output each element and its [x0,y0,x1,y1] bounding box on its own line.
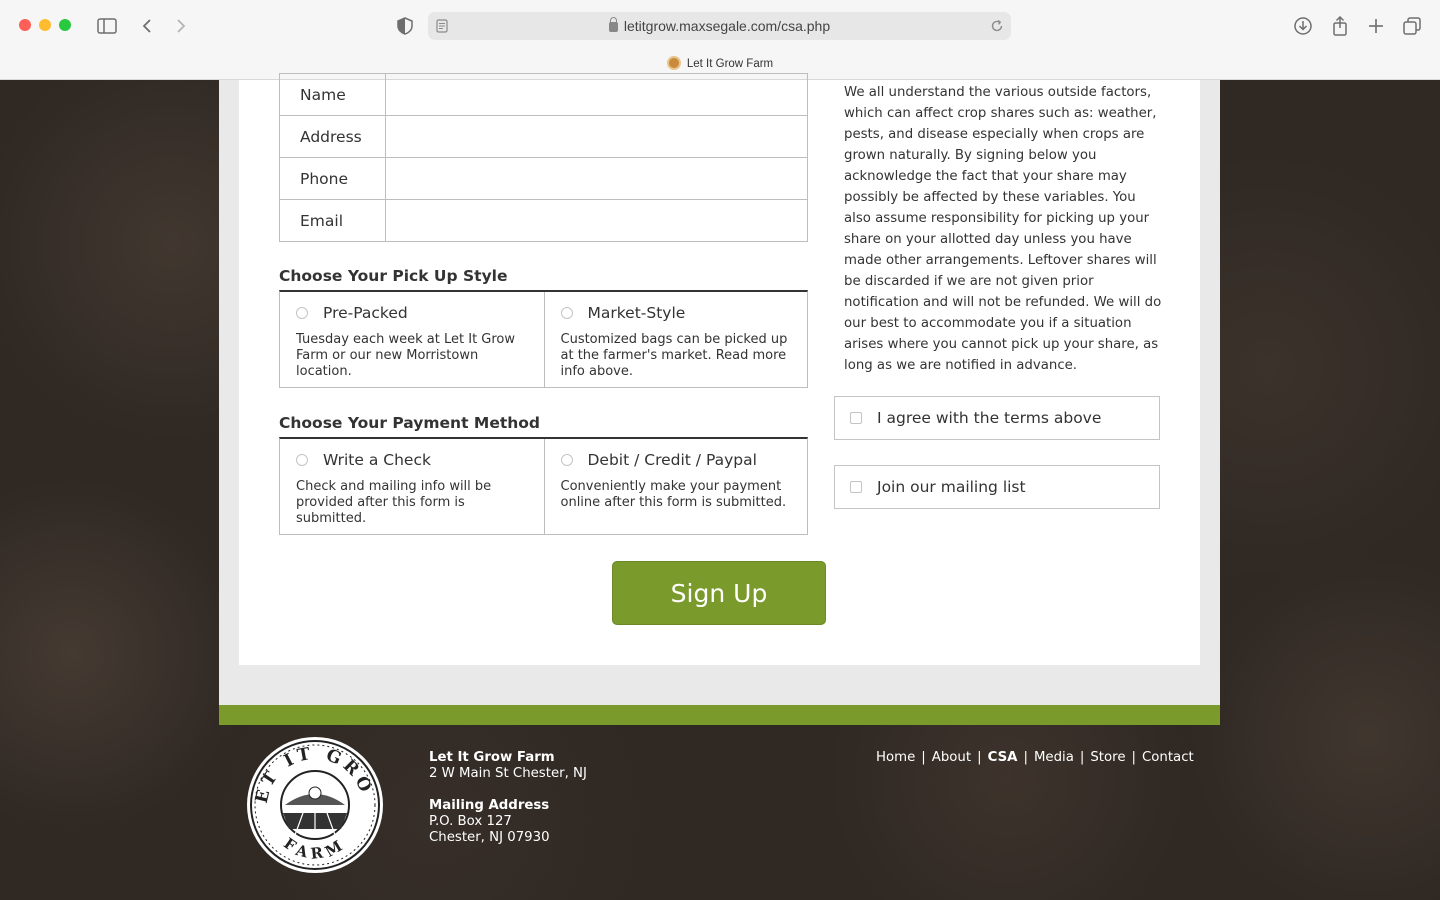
sidebar-toggle-icon[interactable] [96,14,118,38]
url-display: letitgrow.maxsegale.com/csa.php [428,17,1011,34]
card-description: Conveniently make your payment online af… [560,479,787,510]
pre-packed-label: Pre-Packed [323,304,408,322]
payment-method-title: Choose Your Payment Method [279,414,541,432]
agree-terms-checkbox[interactable] [850,412,862,424]
market-style-label: Market-Style [587,304,686,322]
address-field[interactable] [385,115,808,158]
share-icon[interactable] [1329,14,1351,38]
agree-terms-label: I agree with the terms above [877,409,1102,427]
downloads-icon[interactable] [1292,14,1314,38]
form-row-phone: Phone [279,157,808,200]
contact-form-table: Name Address Phone Email [279,73,808,242]
phone-label: Phone [279,157,386,200]
pickup-option-pre-packed[interactable]: Pre-Packed Tuesday each week at Let It G… [280,292,544,387]
radio-card[interactable] [560,454,573,466]
radio-check[interactable] [296,454,308,466]
reload-icon[interactable] [989,17,1005,35]
farm-logo-icon: LET IT GROW FARM [245,735,383,873]
close-window-button[interactable] [19,19,31,31]
privacy-shield-icon[interactable] [395,14,415,38]
tab-overview-icon[interactable] [1401,14,1423,38]
lock-icon [608,17,618,32]
terms-text: We all understand the various outside fa… [844,85,1162,373]
tab-title: Let It Grow Farm [686,58,774,70]
phone-field[interactable] [385,157,808,200]
po-box: P.O. Box 127 [429,814,512,829]
tab-active[interactable]: Let It Grow Farm [0,56,1440,70]
back-icon[interactable] [138,14,156,38]
email-field[interactable] [385,199,808,242]
footer-link-media[interactable]: Media [1034,750,1074,765]
mailing-list-option[interactable]: Join our mailing list [834,465,1160,509]
agree-terms-option[interactable]: I agree with the terms above [834,396,1160,440]
new-tab-icon[interactable] [1365,14,1387,38]
footer-link-contact[interactable]: Contact [1142,750,1194,765]
address-bar[interactable]: letitgrow.maxsegale.com/csa.php [428,12,1011,40]
form-row-name: Name [279,73,808,116]
pre-packed-description: Tuesday each week at Let It Grow Farm or… [296,332,516,379]
market-style-description: Customized bags can be picked up at the … [560,332,788,379]
payment-option-card[interactable]: Debit / Credit / Paypal Conveniently mak… [543,439,808,534]
footer-link-csa[interactable]: CSA [988,750,1018,765]
address-label: Address [279,115,386,158]
pickup-style-title: Choose Your Pick Up Style [279,267,508,285]
window-controls [19,19,71,31]
city-zip: Chester, NJ 07930 [429,830,550,845]
card-label: Debit / Credit / Paypal [587,451,757,469]
footer-address: Let It Grow Farm 2 W Main St Chester, NJ… [429,750,587,846]
pickup-style-group: Pre-Packed Tuesday each week at Let It G… [279,290,808,388]
check-label: Write a Check [323,451,431,469]
name-label: Name [279,73,386,116]
browser-chrome: letitgrow.maxsegale.com/csa.php Let It G… [0,0,1440,80]
name-field[interactable] [385,73,808,116]
sign-up-button[interactable]: Sign Up [612,561,826,625]
minimize-window-button[interactable] [39,19,51,31]
footer-nav: Home | About | CSA | Media | Store | Contact [876,750,1194,765]
farm-name: Let It Grow Farm [429,750,555,765]
radio-pre-packed[interactable] [296,307,308,319]
forward-icon[interactable] [172,14,190,38]
radio-market-style[interactable] [560,307,573,319]
form-row-email: Email [279,199,808,242]
url-text: letitgrow.maxsegale.com/csa.php [623,18,831,34]
payment-option-check[interactable]: Write a Check Check and mailing info wil… [280,439,544,534]
payment-method-group: Write a Check Check and mailing info wil… [279,437,808,535]
pickup-option-market-style[interactable]: Market-Style Customized bags can be pick… [543,292,808,387]
favicon-icon [666,56,681,70]
mailing-list-label: Join our mailing list [877,478,1026,496]
footer-divider [219,705,1220,725]
footer-link-home[interactable]: Home [876,750,915,765]
email-label: Email [279,199,386,242]
check-description: Check and mailing info will be provided … [296,479,492,526]
mailing-list-checkbox[interactable] [850,481,862,493]
zoom-window-button[interactable] [59,19,71,31]
footer-link-store[interactable]: Store [1090,750,1125,765]
footer-link-about[interactable]: About [932,750,971,765]
form-row-address: Address [279,115,808,158]
street-address: 2 W Main St Chester, NJ [429,766,587,781]
mailing-address-title: Mailing Address [429,798,550,813]
